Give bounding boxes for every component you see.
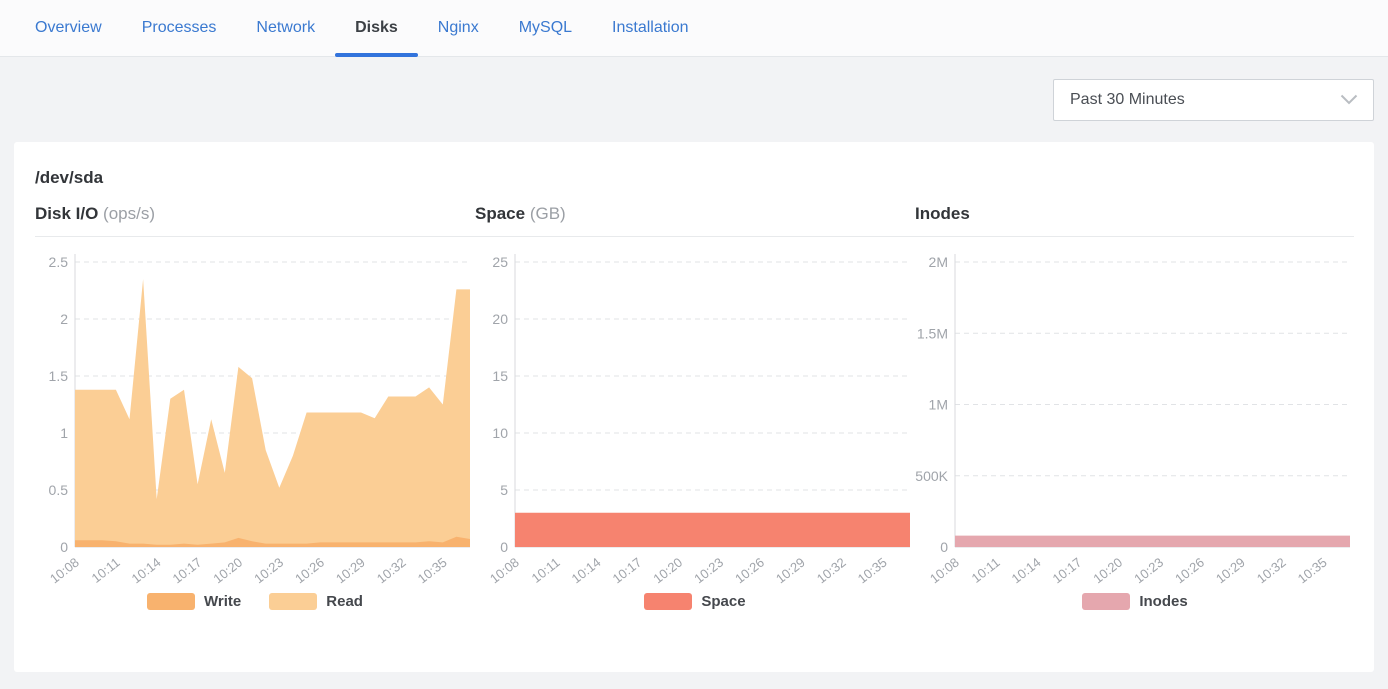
tab-overview[interactable]: Overview	[15, 0, 122, 56]
legend-label: Read	[326, 593, 363, 610]
svg-text:10:14: 10:14	[1009, 555, 1044, 587]
svg-text:10:29: 10:29	[773, 555, 808, 587]
svg-text:15: 15	[492, 368, 508, 384]
legend-swatch-inodes	[1082, 593, 1130, 610]
svg-text:10:35: 10:35	[855, 555, 890, 587]
legend-item-read[interactable]: Read	[269, 593, 363, 610]
svg-text:10:14: 10:14	[129, 555, 164, 587]
svg-text:20: 20	[492, 311, 508, 327]
svg-text:10:23: 10:23	[691, 555, 726, 587]
legend-item-inodes[interactable]: Inodes	[1082, 593, 1187, 610]
svg-text:10:08: 10:08	[47, 555, 82, 587]
device-title: /dev/sda	[35, 168, 1354, 188]
svg-text:2.5: 2.5	[49, 254, 69, 270]
tab-processes[interactable]: Processes	[122, 0, 237, 56]
chevron-down-icon	[1340, 94, 1358, 105]
svg-text:1.5M: 1.5M	[917, 325, 948, 341]
svg-text:10:11: 10:11	[969, 555, 1003, 586]
svg-text:500K: 500K	[915, 468, 948, 484]
toolbar: Past 30 Minutes	[0, 57, 1388, 142]
tab-nginx[interactable]: Nginx	[418, 0, 499, 56]
svg-text:1.5: 1.5	[49, 368, 69, 384]
chart-inodes: 0500K1M1.5M2M10:0810:1110:1410:1710:2010…	[915, 237, 1355, 593]
svg-text:10:20: 10:20	[210, 555, 245, 587]
chart-title-inodes: Inodes	[915, 204, 1355, 224]
svg-text:1: 1	[60, 425, 68, 441]
svg-text:10:08: 10:08	[927, 555, 962, 587]
svg-text:10:26: 10:26	[1172, 555, 1207, 587]
chart-col-disk-io: 00.511.522.510:0810:1110:1410:1710:2010:…	[35, 237, 475, 610]
chart-title-text: Space	[475, 204, 525, 223]
disk-card: /dev/sda Disk I/O (ops/s)Space (GB)Inode…	[14, 142, 1374, 672]
legend-disk-io: Write Read	[35, 593, 475, 610]
tab-disks[interactable]: Disks	[335, 0, 418, 56]
chart-title-text: Disk I/O	[35, 204, 98, 223]
svg-text:10:11: 10:11	[89, 555, 123, 586]
svg-text:0: 0	[940, 539, 948, 555]
area-inodes	[955, 536, 1350, 547]
legend-label: Inodes	[1139, 593, 1187, 610]
tabs-nav: OverviewProcessesNetworkDisksNginxMySQLI…	[15, 0, 709, 56]
svg-text:0: 0	[500, 539, 508, 555]
svg-text:10:32: 10:32	[814, 555, 849, 587]
svg-text:10:17: 10:17	[170, 555, 205, 587]
svg-text:10:32: 10:32	[374, 555, 409, 587]
legend-space: Space	[475, 593, 915, 610]
legend-swatch-space	[644, 593, 692, 610]
svg-text:10:23: 10:23	[251, 555, 286, 587]
svg-text:10:26: 10:26	[292, 555, 327, 587]
chart-unit-text: (ops/s)	[103, 204, 155, 223]
svg-text:0.5: 0.5	[49, 482, 69, 498]
svg-text:0: 0	[60, 539, 68, 555]
svg-text:25: 25	[492, 254, 508, 270]
svg-text:2M: 2M	[929, 254, 948, 270]
legend-item-write[interactable]: Write	[147, 593, 241, 610]
svg-text:10:32: 10:32	[1254, 555, 1289, 587]
svg-text:10:29: 10:29	[333, 555, 368, 587]
svg-text:10:11: 10:11	[529, 555, 563, 586]
charts-row: 00.511.522.510:0810:1110:1410:1710:2010:…	[35, 237, 1354, 610]
chart-disk-io: 00.511.522.510:0810:1110:1410:1710:2010:…	[35, 237, 475, 593]
svg-text:2: 2	[60, 311, 68, 327]
tab-bar: OverviewProcessesNetworkDisksNginxMySQLI…	[0, 0, 1388, 57]
legend-swatch-read	[269, 593, 317, 610]
chart-col-inodes: 0500K1M1.5M2M10:0810:1110:1410:1710:2010…	[915, 237, 1355, 610]
svg-text:10: 10	[492, 425, 508, 441]
svg-text:10:35: 10:35	[1295, 555, 1330, 587]
svg-text:5: 5	[500, 482, 508, 498]
legend-inodes: Inodes	[915, 593, 1355, 610]
chart-titles-row: Disk I/O (ops/s)Space (GB)Inodes	[35, 204, 1354, 224]
time-range-select[interactable]: Past 30 Minutes	[1053, 79, 1374, 121]
chart-title-disk-io: Disk I/O (ops/s)	[35, 204, 475, 224]
legend-label: Write	[204, 593, 241, 610]
legend-label: Space	[701, 593, 745, 610]
svg-text:10:14: 10:14	[569, 555, 604, 587]
svg-text:10:08: 10:08	[487, 555, 522, 587]
legend-item-space[interactable]: Space	[644, 593, 745, 610]
svg-text:10:17: 10:17	[1050, 555, 1085, 587]
time-range-value: Past 30 Minutes	[1070, 91, 1185, 109]
tab-mysql[interactable]: MySQL	[499, 0, 592, 56]
chart-unit-text: (GB)	[530, 204, 566, 223]
svg-text:10:26: 10:26	[732, 555, 767, 587]
svg-text:10:20: 10:20	[1090, 555, 1125, 587]
svg-text:10:23: 10:23	[1131, 555, 1166, 587]
chart-title-text: Inodes	[915, 204, 970, 223]
svg-text:10:29: 10:29	[1213, 555, 1248, 587]
svg-text:10:20: 10:20	[650, 555, 685, 587]
chart-title-space: Space (GB)	[475, 204, 915, 224]
chart-space: 0 5 10 15 20 25 10:0810:1110:1410:1710:2010:23…	[475, 237, 915, 593]
legend-swatch-write	[147, 593, 195, 610]
svg-text:10:35: 10:35	[415, 555, 450, 587]
chart-col-space: 0 5 10 15 20 25 10:0810:1110:1410:1710:2010:23…	[475, 237, 915, 610]
svg-text:10:17: 10:17	[610, 555, 645, 587]
tab-network[interactable]: Network	[236, 0, 335, 56]
svg-text:1M: 1M	[929, 397, 948, 413]
tab-installation[interactable]: Installation	[592, 0, 709, 56]
area-space	[515, 513, 910, 547]
